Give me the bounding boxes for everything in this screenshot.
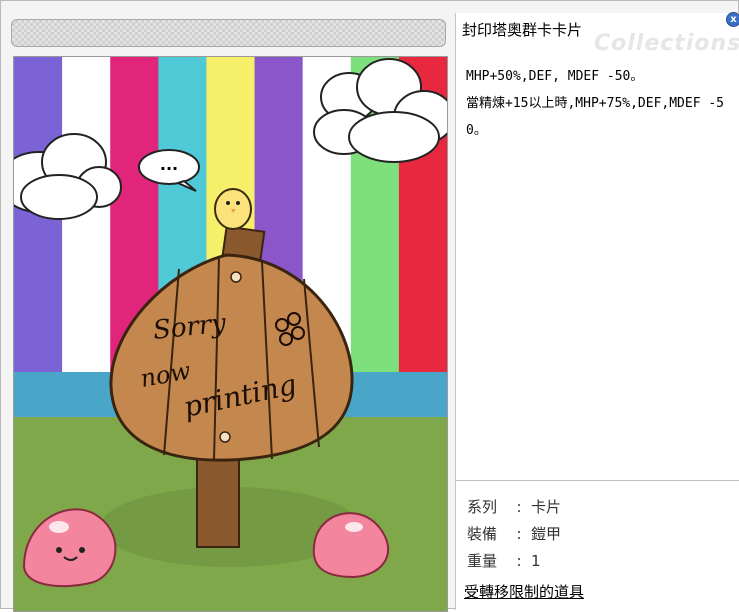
property-key: 重量 (467, 552, 498, 570)
property-key: 系列 (467, 498, 498, 516)
property-row-weight: 重量:1 (467, 548, 561, 575)
property-key: 裝備 (467, 525, 498, 543)
card-name-title: 封印塔奧群卡卡片 (462, 21, 583, 39)
property-value: 卡片 (531, 498, 562, 516)
description-line: MHP+50%,DEF, MDEF -50。 (466, 69, 644, 84)
description-line: 當精煉+15以上時,MHP+75%,DEF,MDEF -50。 (466, 96, 725, 138)
collections-watermark: Collections (594, 31, 739, 56)
property-separator: : (516, 552, 522, 570)
card-description: MHP+50%,DEF, MDEF -50。當精煉+15以上時,MHP+75%,… (466, 63, 738, 144)
property-value: 鎧甲 (531, 525, 562, 543)
property-row-series: 系列: 卡片 (467, 494, 561, 521)
close-icon[interactable]: x (726, 12, 739, 27)
card-artwork-svg: ... Sorry now printing (14, 57, 447, 611)
item-properties: 系列: 卡片 裝備: 鎧甲 重量:1 (467, 494, 561, 575)
chick-figure (214, 188, 252, 230)
property-row-equip: 裝備: 鎧甲 (467, 521, 561, 548)
speech-text: ... (160, 155, 178, 174)
property-separator: : (516, 498, 522, 516)
transfer-restriction-link[interactable]: 受轉移限制的道具 (464, 581, 584, 602)
window-drag-bar[interactable] (11, 19, 446, 47)
card-info-panel: Collections 封印塔奧群卡卡片 x MHP+50%,DEF, MDEF… (455, 12, 739, 610)
card-illustration: ... Sorry now printing (13, 56, 448, 612)
item-window: ... Sorry now printing Collections 封印塔奧群… (0, 0, 739, 612)
sign-post (196, 456, 240, 548)
property-value: 1 (531, 552, 541, 570)
property-separator: : (516, 525, 522, 543)
properties-divider (456, 480, 739, 481)
